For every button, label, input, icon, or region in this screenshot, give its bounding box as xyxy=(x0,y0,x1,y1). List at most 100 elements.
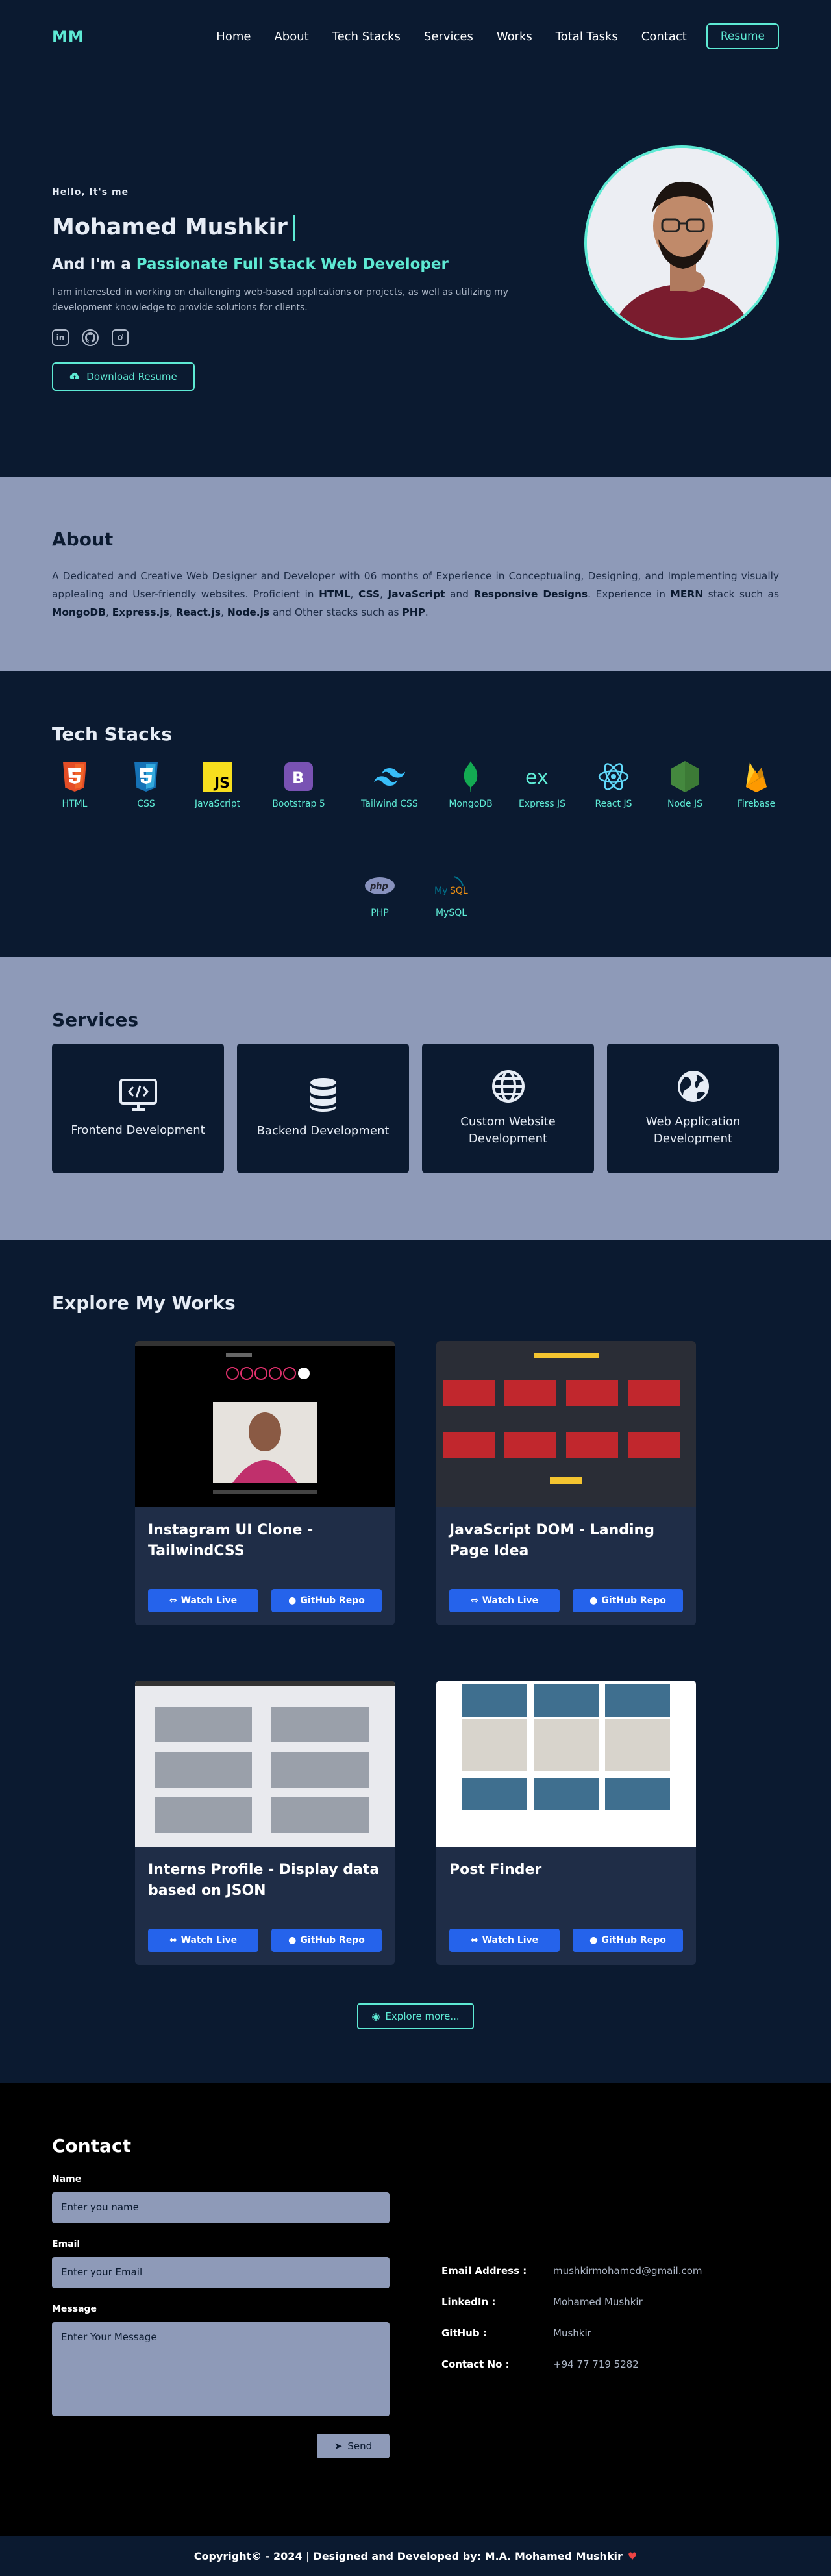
svg-text:JS: JS xyxy=(213,775,230,792)
email-label: Email xyxy=(52,2239,81,2249)
tech-label: JavaScript xyxy=(194,799,241,809)
tech-label: MongoDB xyxy=(449,799,493,809)
nav-total-tasks[interactable]: Total Tasks xyxy=(556,30,618,44)
watch-live-label: Watch Live xyxy=(180,1935,238,1945)
contact-info-row: Contact No : +94 77 719 5282 xyxy=(441,2349,702,2380)
github-repo-label: GitHub Repo xyxy=(601,1595,666,1606)
nodejs-icon xyxy=(668,760,702,794)
watch-live-button[interactable]: ⇔ Watch Live xyxy=(449,1929,560,1952)
hero-name: Mohamed Mushkir xyxy=(52,214,295,241)
watch-live-button[interactable]: ⇔ Watch Live xyxy=(148,1589,258,1612)
tech-javascript: JS JavaScript xyxy=(195,760,240,809)
service-label: Backend Development xyxy=(256,1124,390,1138)
navbar: MM Home About Tech Stacks Services Works… xyxy=(0,0,831,73)
contact-title: Contact xyxy=(52,2135,131,2157)
hero-greeting: Hello, It's me xyxy=(52,187,129,197)
nav-links: Home About Tech Stacks Services Works To… xyxy=(216,23,779,49)
github-repo-label: GitHub Repo xyxy=(601,1935,666,1945)
tech-firebase: Firebase xyxy=(734,760,779,809)
works-title: Explore My Works xyxy=(52,1292,236,1314)
name-input[interactable]: Enter you name xyxy=(52,2192,390,2223)
nav-works[interactable]: Works xyxy=(497,30,532,44)
earth-icon xyxy=(677,1071,709,1102)
service-card-backend: Backend Development xyxy=(237,1044,409,1173)
nav-about[interactable]: About xyxy=(274,30,308,44)
email-input[interactable]: Enter your Email xyxy=(52,2257,390,2288)
watch-live-label: Watch Live xyxy=(482,1935,539,1945)
project-screenshot xyxy=(135,1681,395,1847)
works-section: Explore My Works Instagram UI Clone - Ta… xyxy=(0,1240,831,2083)
watch-live-button[interactable]: ⇔ Watch Live xyxy=(148,1929,258,1952)
about-title: About xyxy=(52,529,114,550)
work-buttons: ⇔ Watch Live ● GitHub Repo xyxy=(135,1576,395,1625)
linkedin-icon[interactable]: in xyxy=(52,329,69,346)
tech-label: PHP xyxy=(371,908,389,918)
cloud-download-icon xyxy=(69,372,80,379)
footer: Copyright© - 2024 | Designed and Develop… xyxy=(0,2536,831,2576)
svg-text:SQL: SQL xyxy=(450,886,468,896)
mysql-icon: My SQL xyxy=(434,869,468,903)
github-repo-button[interactable]: ● GitHub Repo xyxy=(573,1929,683,1952)
tech-label: CSS xyxy=(137,799,155,809)
github-icon: ● xyxy=(288,1595,297,1606)
bootstrap-icon: B xyxy=(282,760,316,794)
github-icon[interactable] xyxy=(82,329,99,346)
work-title: Instagram UI Clone - TailwindCSS xyxy=(148,1522,314,1559)
service-card-custom-website: Custom Website Development xyxy=(422,1044,594,1173)
mongodb-icon xyxy=(454,760,488,794)
github-repo-label: GitHub Repo xyxy=(300,1595,365,1606)
tech-bootstrap: B Bootstrap 5 xyxy=(266,760,331,809)
github-repo-button[interactable]: ● GitHub Repo xyxy=(573,1589,683,1612)
service-card-frontend: Frontend Development xyxy=(52,1044,224,1173)
info-github[interactable]: Mushkir xyxy=(553,2327,591,2339)
react-icon xyxy=(597,760,630,794)
explore-more-button[interactable]: ◉ Explore more... xyxy=(357,2003,474,2029)
hero-name-text: Mohamed Mushkir xyxy=(52,214,288,240)
watch-live-button[interactable]: ⇔ Watch Live xyxy=(449,1589,560,1612)
work-title: Interns Profile - Display data based on … xyxy=(148,1862,380,1899)
link-icon: ⇔ xyxy=(169,1935,177,1945)
explore-more-label: Explore more... xyxy=(385,2010,460,2022)
tech-node: Node JS xyxy=(662,760,708,809)
project-screenshot xyxy=(436,1341,696,1507)
services-section: Services Frontend Development Backend De… xyxy=(0,957,831,1240)
info-key: GitHub : xyxy=(441,2327,487,2339)
link-icon: ⇔ xyxy=(470,1935,478,1945)
service-card-web-app: Web Application Development xyxy=(607,1044,779,1173)
logo[interactable]: MM xyxy=(52,27,84,45)
link-icon: ⇔ xyxy=(470,1595,478,1606)
nav-tech-stacks[interactable]: Tech Stacks xyxy=(332,30,401,44)
firebase-icon xyxy=(739,760,773,794)
globe-icon xyxy=(491,1070,525,1103)
html5-icon xyxy=(58,760,92,794)
contact-section: Contact Name Enter you name Email Enter … xyxy=(0,2083,831,2536)
github-icon: ● xyxy=(589,1935,598,1945)
work-buttons: ⇔ Watch Live ● GitHub Repo xyxy=(135,1916,395,1965)
resume-button[interactable]: Resume xyxy=(706,23,779,49)
svg-text:php: php xyxy=(369,882,388,892)
info-key: Contact No : xyxy=(441,2358,510,2370)
contact-info-row: LinkedIn : Mohamed Mushkir xyxy=(441,2286,702,2318)
github-icon: ● xyxy=(589,1595,598,1606)
nav-contact[interactable]: Contact xyxy=(641,30,687,44)
info-linkedin[interactable]: Mohamed Mushkir xyxy=(553,2296,643,2308)
send-button[interactable]: ➤ Send xyxy=(317,2434,390,2458)
work-title: Post Finder xyxy=(449,1862,542,1878)
paper-plane-icon: ➤ xyxy=(334,2440,343,2452)
download-resume-button[interactable]: Download Resume xyxy=(52,362,195,391)
hero-role: And I'm a Passionate Full Stack Web Deve… xyxy=(52,256,449,273)
work-card: JavaScript DOM - Landing Page Idea ⇔ Watc… xyxy=(436,1341,696,1625)
database-icon xyxy=(310,1078,336,1112)
eye-icon: ◉ xyxy=(371,2010,380,2022)
watch-live-label: Watch Live xyxy=(180,1595,238,1606)
services-grid: Frontend Development Backend Development… xyxy=(52,1044,779,1173)
instagram-icon[interactable] xyxy=(112,329,129,346)
nav-home[interactable]: Home xyxy=(216,30,251,44)
nav-services[interactable]: Services xyxy=(424,30,473,44)
github-repo-button[interactable]: ● GitHub Repo xyxy=(271,1929,382,1952)
github-repo-button[interactable]: ● GitHub Repo xyxy=(271,1589,382,1612)
tech-react: React JS xyxy=(591,760,636,809)
info-email[interactable]: mushkirmohamed@gmail.com xyxy=(553,2265,702,2277)
download-resume-label: Download Resume xyxy=(86,371,177,382)
message-textarea[interactable]: Enter Your Message xyxy=(52,2322,390,2416)
